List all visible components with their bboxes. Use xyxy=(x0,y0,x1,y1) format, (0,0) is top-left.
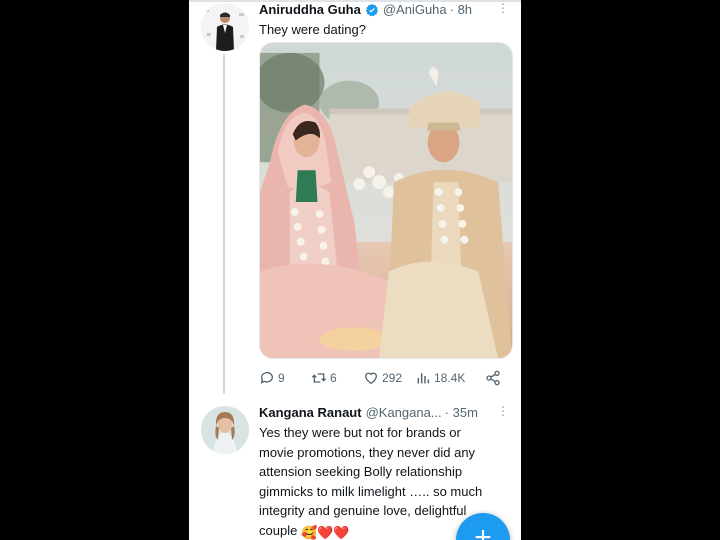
views-bar-chart-icon xyxy=(417,373,430,384)
reply-line: couple xyxy=(259,522,298,538)
tweet-header: Aniruddha Guha @AniGuha · 8h xyxy=(259,2,472,17)
reply-action[interactable]: 9 xyxy=(259,368,285,388)
reply-author-name[interactable]: Kangana Ranaut xyxy=(259,405,362,420)
author-handle[interactable]: @AniGuha xyxy=(383,2,447,17)
more-options-icon[interactable]: ⋮ xyxy=(497,1,509,15)
reply-author-handle[interactable]: @Kangana... xyxy=(366,405,442,420)
share-icon xyxy=(486,370,500,386)
tweet-photo[interactable] xyxy=(259,42,513,359)
retweet-count: 6 xyxy=(330,371,337,385)
like-action[interactable]: 292 xyxy=(363,368,402,388)
tweet-time[interactable]: · 8h xyxy=(450,2,472,17)
author-name[interactable]: Aniruddha Guha xyxy=(259,2,361,17)
reply-line: movie promotions, they never did any xyxy=(259,444,476,460)
tweet-actions: 9 6 292 18.4K xyxy=(259,368,511,388)
twitter-thread-screen: Aniruddha Guha @AniGuha · 8h ⋮ They were… xyxy=(189,0,521,540)
avatar-kangana-ranaut[interactable] xyxy=(201,406,249,454)
reply-icon xyxy=(260,372,273,384)
thread-connector-line xyxy=(223,54,225,394)
retweet-icon xyxy=(311,373,327,383)
reply-time[interactable]: · 35m xyxy=(445,405,478,420)
reply-header: Kangana Ranaut @Kangana... · 35m xyxy=(259,405,478,420)
retweet-action[interactable]: 6 xyxy=(311,368,337,388)
heart-icon xyxy=(364,372,378,385)
reply-line: attension seeking Bolly relationship xyxy=(259,464,463,479)
heart-emojis: 🥰❤️❤️ xyxy=(300,524,350,540)
verified-badge-icon xyxy=(365,3,379,17)
avatar-aniruddha-guha[interactable] xyxy=(201,3,249,51)
reply-count: 9 xyxy=(278,371,285,385)
reply-more-options-icon[interactable]: ⋮ xyxy=(497,404,509,418)
views-action[interactable]: 18.4K xyxy=(415,368,465,388)
view-count: 18.4K xyxy=(434,371,466,385)
reply-line: Yes they were but not for brands or xyxy=(259,425,461,440)
like-count: 292 xyxy=(382,371,403,385)
share-action[interactable] xyxy=(485,368,501,388)
reply-line: gimmicks to milk limelight ….. so much xyxy=(259,483,483,499)
tweet-text: They were dating? xyxy=(259,22,366,37)
